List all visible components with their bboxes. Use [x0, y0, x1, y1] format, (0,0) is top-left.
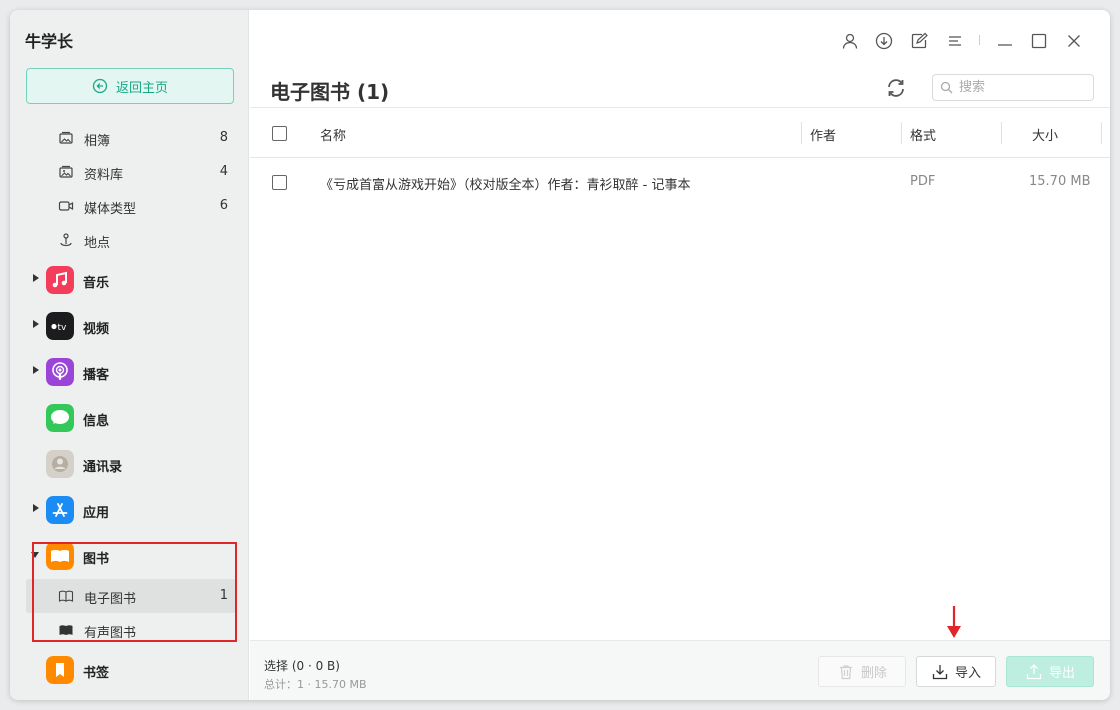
sidebar-item-library[interactable]: 资料库 4: [26, 155, 236, 189]
category-label: 书签: [83, 666, 110, 681]
footer-bar: 选择 (0 · 0 B) 总计：1 · 15.70 MB 删除 导入 导出: [250, 640, 1110, 700]
sidebar-category-apps[interactable]: 应用: [10, 490, 249, 530]
bookmarks-app-icon: [46, 656, 74, 684]
import-button[interactable]: 导入: [916, 656, 996, 687]
close-icon[interactable]: [1065, 32, 1083, 50]
messages-app-icon: [46, 404, 74, 432]
minimize-icon[interactable]: [996, 32, 1014, 50]
sidebar-item-audiobooks[interactable]: 有声图书: [26, 613, 236, 647]
category-label: 播客: [83, 368, 110, 383]
column-divider[interactable]: [901, 122, 902, 144]
contacts-app-icon: [46, 450, 74, 478]
sidebar-category-podcasts[interactable]: 播客: [10, 352, 249, 392]
expand-arrow-icon[interactable]: [33, 274, 39, 282]
sidebar-category-music[interactable]: 音乐: [10, 260, 249, 300]
refresh-icon[interactable]: [885, 77, 907, 99]
divider: [979, 35, 980, 45]
user-icon[interactable]: [841, 32, 859, 50]
export-icon: [1026, 663, 1042, 679]
column-header-name[interactable]: 名称: [320, 125, 346, 144]
column-divider[interactable]: [1001, 122, 1002, 144]
sidebar-item-label: 媒体类型: [84, 202, 137, 217]
column-header-size[interactable]: 大小: [1032, 125, 1058, 144]
sidebar-category-messages[interactable]: 信息: [10, 398, 249, 438]
category-label: 应用: [83, 506, 110, 521]
category-label: 音乐: [83, 276, 110, 291]
video-camera-icon: [58, 201, 74, 211]
table-header: 名称 作者 格式 大小: [250, 107, 1110, 158]
collapse-arrow-icon[interactable]: [31, 552, 39, 558]
selection-status: 选择 (0 · 0 B): [264, 659, 340, 673]
photo-album-icon: [59, 131, 73, 144]
sidebar-item-ebooks[interactable]: 电子图书 1: [26, 579, 236, 613]
app-store-app-icon: [46, 496, 74, 524]
location-pin-icon: [60, 233, 72, 247]
category-label: 信息: [83, 414, 110, 429]
edit-icon[interactable]: [910, 32, 928, 50]
import-label: 导入: [954, 666, 981, 681]
sidebar-category-contacts[interactable]: 通讯录: [10, 444, 249, 484]
delete-button[interactable]: 删除: [818, 656, 906, 687]
podcasts-app-icon: [46, 358, 74, 386]
maximize-icon[interactable]: [1030, 32, 1048, 50]
expand-arrow-icon[interactable]: [33, 320, 39, 328]
sidebar: 牛学长 返回主页 相簿 8 资料库 4 媒体类型 6 地点 音乐 tv 视频 播…: [10, 10, 249, 700]
select-all-checkbox[interactable]: [272, 126, 287, 141]
search-input[interactable]: [932, 74, 1094, 101]
total-status: 总计：1 · 15.70 MB: [264, 678, 367, 691]
books-app-icon: [46, 542, 74, 570]
item-count: 8: [219, 130, 228, 145]
sidebar-category-bookmarks[interactable]: 书签: [10, 650, 249, 690]
export-button[interactable]: 导出: [1006, 656, 1094, 687]
page-title: 电子图书 (1): [270, 80, 390, 104]
column-divider[interactable]: [801, 122, 802, 144]
open-book-icon: [58, 590, 74, 602]
expand-arrow-icon[interactable]: [33, 366, 39, 374]
download-icon[interactable]: [875, 32, 893, 50]
import-icon: [932, 664, 948, 679]
main-panel: 电子图书 (1) 名称 作者 格式 大小 《亏成首富从游戏开始》（校对版全本）作…: [250, 10, 1110, 700]
ebook-size: 15.70 MB: [1029, 174, 1091, 189]
back-arrow-circle-icon: [92, 78, 108, 94]
table-row[interactable]: 《亏成首富从游戏开始》（校对版全本）作者：青衫取醉 - 记事本 PDF 15.7…: [250, 159, 1110, 207]
apple-tv-app-icon: tv: [46, 312, 74, 340]
ebook-name: 《亏成首富从游戏开始》（校对版全本）作者：青衫取醉 - 记事本: [320, 178, 691, 193]
sidebar-item-media-types[interactable]: 媒体类型 6: [26, 189, 236, 223]
audiobook-icon: [59, 625, 73, 635]
category-label: 通讯录: [83, 460, 123, 475]
sidebar-item-albums[interactable]: 相簿 8: [26, 121, 236, 155]
column-header-format[interactable]: 格式: [910, 125, 936, 144]
ebook-format: PDF: [910, 174, 936, 189]
sidebar-item-label: 有声图书: [84, 626, 137, 641]
music-app-icon: [46, 266, 74, 294]
export-label: 导出: [1048, 666, 1075, 681]
sidebar-category-books[interactable]: 图书: [10, 536, 249, 576]
sidebar-item-places[interactable]: 地点: [26, 223, 236, 257]
expand-arrow-icon[interactable]: [33, 504, 39, 512]
category-label: 图书: [83, 552, 110, 567]
trash-icon: [839, 664, 852, 679]
item-count: 1: [219, 588, 228, 603]
category-label: 视频: [83, 322, 110, 337]
column-header-author[interactable]: 作者: [810, 125, 836, 144]
sidebar-item-label: 地点: [84, 236, 111, 251]
library-icon: [59, 165, 73, 178]
item-count: 4: [219, 164, 228, 179]
delete-label: 删除: [860, 666, 887, 681]
svg-text:tv: tv: [58, 323, 68, 333]
menu-icon[interactable]: [946, 32, 964, 50]
row-checkbox[interactable]: [272, 175, 287, 190]
sidebar-category-videos[interactable]: tv 视频: [10, 306, 249, 346]
return-home-button[interactable]: 返回主页: [26, 68, 234, 104]
item-count: 6: [219, 198, 228, 213]
sidebar-item-label: 资料库: [84, 168, 124, 183]
app-window: 牛学长 返回主页 相簿 8 资料库 4 媒体类型 6 地点 音乐 tv 视频 播…: [10, 10, 1110, 700]
return-home-label: 返回主页: [115, 80, 168, 96]
app-title: 牛学长: [25, 32, 74, 51]
column-divider[interactable]: [1101, 122, 1102, 144]
sidebar-item-label: 电子图书: [84, 592, 137, 607]
sidebar-item-label: 相簿: [84, 134, 111, 149]
